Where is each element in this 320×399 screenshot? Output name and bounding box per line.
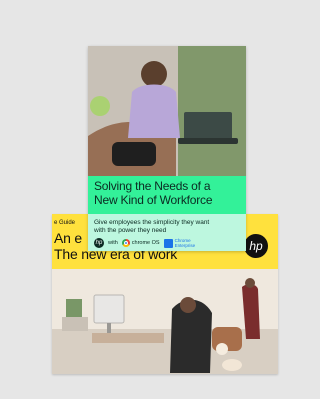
front-headline-line-1: Solving the Needs of a bbox=[94, 179, 211, 193]
subheadline-box: Give employees the simplicity they want … bbox=[88, 214, 246, 251]
hero-photo-illustration bbox=[88, 46, 246, 176]
hp-logo-small: hp bbox=[94, 238, 104, 248]
hero-photo bbox=[88, 46, 246, 176]
front-subheadline-line-2: with the power they need bbox=[94, 227, 167, 234]
partner-logos: hp with chrome OS Chrome Enterprise bbox=[94, 238, 244, 248]
front-headline-line-2: New Kind of Workforce bbox=[94, 193, 213, 207]
chrome-enterprise-logo: Chrome Enterprise bbox=[163, 238, 197, 248]
front-headline: Solving the Needs of a New Kind of Workf… bbox=[94, 179, 242, 207]
guide-label: e Guide bbox=[54, 220, 76, 226]
headline-box: Solving the Needs of a New Kind of Workf… bbox=[88, 176, 246, 214]
with-text: with bbox=[108, 240, 118, 246]
front-subheadline-line-1: Give employees the simplicity they want bbox=[94, 219, 210, 226]
chrome-os-logo: chrome OS bbox=[121, 239, 160, 247]
front-subheadline: Give employees the simplicity they want … bbox=[94, 219, 244, 235]
enterprise-text: Chrome Enterprise bbox=[174, 238, 196, 248]
back-title-line-1: An e bbox=[54, 230, 82, 246]
chrome-os-text: chrome OS bbox=[131, 240, 160, 246]
hp-logo: hp bbox=[244, 234, 268, 258]
workspace-photo bbox=[52, 269, 278, 374]
workspace-photo-illustration bbox=[52, 269, 278, 374]
enterprise-icon bbox=[163, 238, 173, 248]
ebook-front-cover: Solving the Needs of a New Kind of Workf… bbox=[88, 46, 246, 251]
chrome-icon bbox=[121, 239, 130, 247]
